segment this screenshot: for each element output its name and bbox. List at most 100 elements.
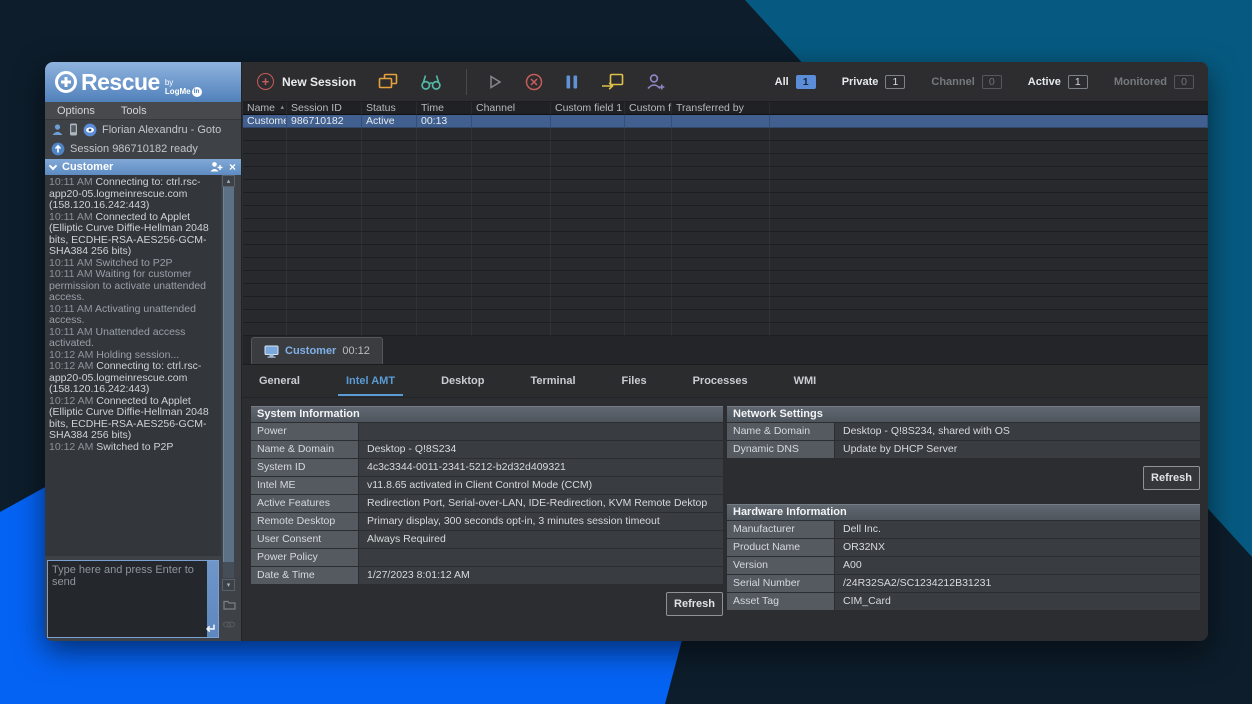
log-message: Switched to P2P xyxy=(96,257,173,269)
table-row-empty xyxy=(243,167,1208,180)
table-cell-empty xyxy=(362,219,417,232)
table-cell-empty xyxy=(287,245,362,258)
tab-files[interactable]: Files xyxy=(614,367,655,396)
start-session-button[interactable] xyxy=(487,74,503,90)
main-toolbar: + New Session xyxy=(243,62,1208,102)
column-header-channel[interactable]: Channel xyxy=(472,102,551,115)
menu-options[interactable]: Options xyxy=(57,105,95,117)
column-header-status[interactable]: Status xyxy=(362,102,417,115)
filter-label: Private xyxy=(842,76,879,88)
invite-technician-button[interactable] xyxy=(646,73,666,91)
table-row-empty xyxy=(243,232,1208,245)
log-time: 10:12 AM xyxy=(49,360,96,372)
info-label: Serial Number xyxy=(727,575,834,592)
log-message: Holding session... xyxy=(96,349,179,361)
info-label: Name & Domain xyxy=(727,423,834,440)
table-cell-empty xyxy=(287,310,362,323)
table-cell-empty xyxy=(551,193,625,206)
column-header-time[interactable]: Time xyxy=(417,102,472,115)
table-cell-empty xyxy=(417,284,472,297)
info-value xyxy=(359,423,723,440)
computer-icon xyxy=(264,345,279,358)
log-entry: 10:11 AM Unattended access activated. xyxy=(49,327,218,350)
table-row-empty xyxy=(243,193,1208,206)
close-icon[interactable]: × xyxy=(229,161,236,173)
tab-wmi[interactable]: WMI xyxy=(786,367,825,396)
menu-tools[interactable]: Tools xyxy=(121,105,147,117)
brand-header: Rescue by LogMeIn xyxy=(45,62,241,102)
table-cell-empty xyxy=(472,258,551,271)
table-cell-empty xyxy=(362,258,417,271)
filter-active[interactable]: Active1 xyxy=(1028,75,1088,89)
info-row: Remote DesktopPrimary display, 300 secon… xyxy=(251,513,723,530)
end-session-button[interactable] xyxy=(525,73,543,91)
monitor-technicians-button[interactable] xyxy=(420,73,442,91)
send-link-button[interactable] xyxy=(222,617,236,631)
table-cell-empty xyxy=(770,310,1208,323)
info-label: Name & Domain xyxy=(251,441,358,458)
enter-icon[interactable]: ↵ xyxy=(206,621,217,637)
tab-terminal[interactable]: Terminal xyxy=(522,367,583,396)
table-cell-empty xyxy=(625,128,672,141)
table-cell-empty xyxy=(551,154,625,167)
chevron-down-icon[interactable] xyxy=(49,161,57,169)
invite-to-session-icon[interactable] xyxy=(209,161,223,173)
table-cell-empty xyxy=(243,193,287,206)
table-cell-empty xyxy=(362,154,417,167)
column-header-transferred-by[interactable]: Transferred by xyxy=(672,102,770,115)
table-cell-empty xyxy=(770,128,1208,141)
filter-monitored[interactable]: Monitored0 xyxy=(1114,75,1194,89)
refresh-network-settings-button[interactable]: Refresh xyxy=(1143,466,1200,490)
filter-private[interactable]: Private1 xyxy=(842,75,906,89)
log-entry: 10:11 AM Connected to Applet (Elliptic C… xyxy=(49,212,218,258)
info-row: Product NameOR32NX xyxy=(727,539,1200,556)
column-header-custom-fiel[interactable]: Custom fiel xyxy=(625,102,672,115)
connect-computers-button[interactable] xyxy=(378,73,398,90)
column-header-name[interactable]: Name▴ xyxy=(243,102,287,115)
info-value: Dell Inc. xyxy=(835,521,1200,538)
rescue-logo-icon xyxy=(55,71,77,93)
table-cell-empty xyxy=(770,154,1208,167)
technician-icon xyxy=(51,123,64,136)
info-value: Update by DHCP Server xyxy=(835,441,1200,458)
session-tab-time: 00:12 xyxy=(342,345,370,357)
scroll-down-button[interactable]: ▾ xyxy=(222,579,235,591)
table-cell-empty xyxy=(472,154,551,167)
info-row: Date & Time1/27/2023 8:01:12 AM xyxy=(251,567,723,584)
info-row: VersionA00 xyxy=(727,557,1200,574)
tab-intel-amt[interactable]: Intel AMT xyxy=(338,367,403,396)
filter-label: Channel xyxy=(931,76,974,88)
table-cell xyxy=(672,115,770,128)
table-cell-empty xyxy=(287,297,362,310)
chat-input[interactable] xyxy=(48,561,207,637)
column-header-custom-field-1[interactable]: Custom field 1 xyxy=(551,102,625,115)
filter-all[interactable]: All1 xyxy=(775,75,816,89)
table-row-selected[interactable]: Customer986710182Active00:13 xyxy=(243,115,1208,128)
tab-processes[interactable]: Processes xyxy=(685,367,756,396)
session-tab-customer[interactable]: Customer 00:12 xyxy=(251,337,383,364)
table-row-empty xyxy=(243,297,1208,310)
tab-general[interactable]: General xyxy=(251,367,308,396)
table-cell-empty xyxy=(672,180,770,193)
hold-session-button[interactable] xyxy=(565,74,579,90)
info-value: 1/27/2023 8:01:12 AM xyxy=(359,567,723,584)
table-cell-empty xyxy=(672,245,770,258)
column-header-session-id[interactable]: Session ID xyxy=(287,102,362,115)
tab-desktop[interactable]: Desktop xyxy=(433,367,492,396)
table-row-empty xyxy=(243,284,1208,297)
new-session-button[interactable]: + New Session xyxy=(257,73,356,90)
sidebar-menubar: Options Tools xyxy=(45,102,241,120)
scroll-up-button[interactable]: ▴ xyxy=(222,175,235,187)
log-scrollbar-thumb[interactable] xyxy=(223,187,234,562)
customer-panel-header[interactable]: Customer × xyxy=(45,159,241,175)
table-cell-empty xyxy=(770,297,1208,310)
filter-channel[interactable]: Channel0 xyxy=(931,75,1001,89)
refresh-system-info-button[interactable]: Refresh xyxy=(666,592,723,616)
chat-send-strip[interactable]: ↵ xyxy=(207,561,218,637)
table-row-empty xyxy=(243,141,1208,154)
log-time: 10:11 AM xyxy=(49,176,96,188)
transfer-session-button[interactable] xyxy=(601,73,624,90)
send-file-button[interactable] xyxy=(222,597,236,611)
info-row: Active FeaturesRedirection Port, Serial-… xyxy=(251,495,723,512)
table-cell-empty xyxy=(287,128,362,141)
